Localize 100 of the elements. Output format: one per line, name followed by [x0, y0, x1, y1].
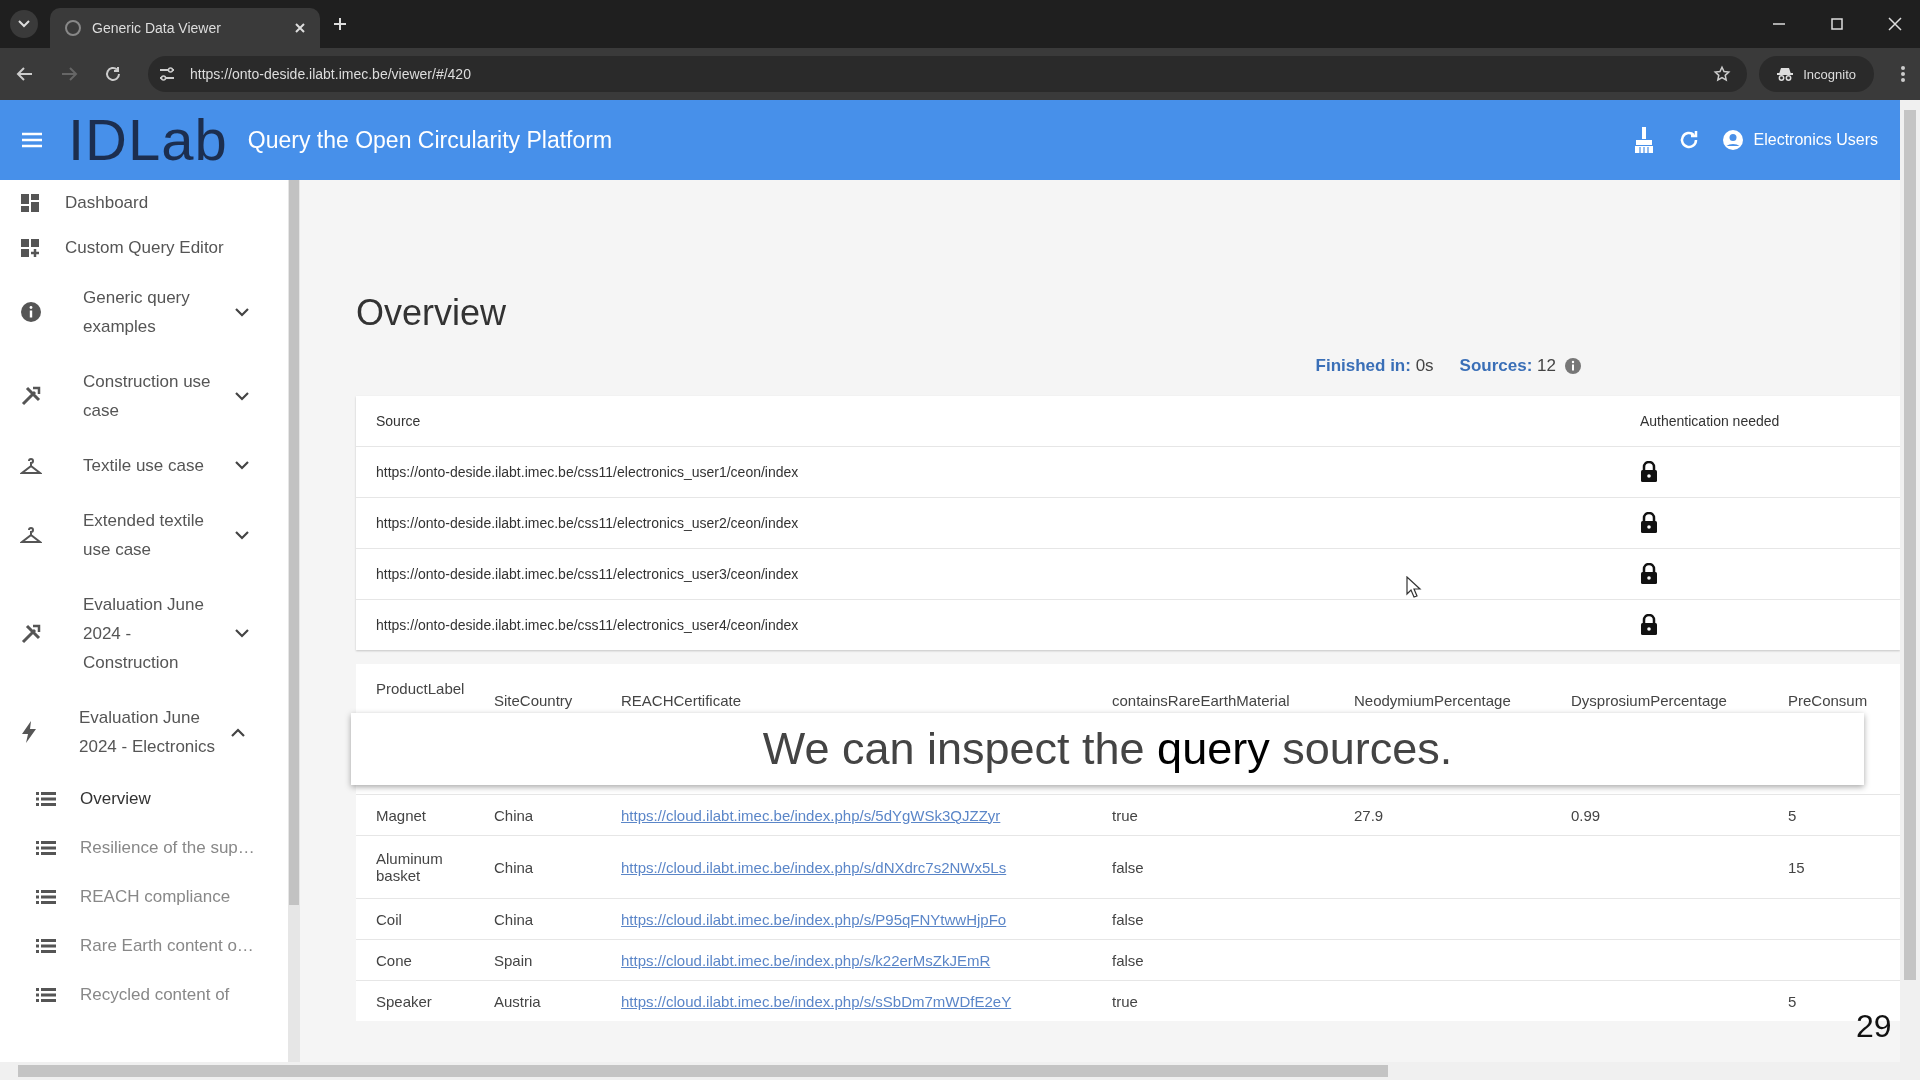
- sidebar-item[interactable]: Extended textile use case: [0, 493, 288, 577]
- table-cell-text: 15: [1788, 858, 1806, 876]
- sidebar-item[interactable]: Evaluation June 2024 - Construction: [0, 577, 288, 690]
- certificate-link[interactable]: https://cloud.ilabt.imec.be/index.php/s/sSbDm7mWDfE2eY: [621, 992, 1012, 1010]
- table-cell-text: Coil: [375, 910, 403, 928]
- table-cell-text: true: [1112, 992, 1139, 1010]
- star-icon[interactable]: [1713, 65, 1732, 83]
- scrollbar-thumb[interactable]: [1904, 110, 1916, 980]
- table-cell-text: 5: [1788, 992, 1798, 1010]
- table-cell-text: Speaker: [375, 992, 433, 1010]
- sidebar-subitem[interactable]: Rare Earth content o…: [0, 921, 288, 970]
- caption: We can inspect the query sources.: [762, 723, 1453, 775]
- incognito-badge[interactable]: Incognito: [1759, 56, 1874, 92]
- more-icon[interactable]: [1900, 64, 1906, 84]
- sidebar-subitem[interactable]: Overview: [0, 774, 288, 823]
- scrollbar-thumb[interactable]: [18, 1065, 1388, 1077]
- site-settings-icon[interactable]: [158, 65, 176, 83]
- column-header: ProductLabel: [375, 680, 466, 697]
- new-tab-icon[interactable]: [332, 16, 348, 32]
- sidebar-item[interactable]: Generic query examples: [0, 270, 288, 354]
- table-cell-text: https://onto-deside.ilabt.imec.be/css11/electronics_user4/ceon/index: [375, 617, 800, 633]
- list-icon: [36, 986, 56, 1003]
- sidebar-item[interactable]: Textile use case: [0, 438, 288, 493]
- hanger-icon: [20, 455, 42, 476]
- certificate-link[interactable]: https://cloud.ilabt.imec.be/index.php/s/5dYgWSk3QJZZyr: [621, 806, 1001, 824]
- hanger-icon: [20, 525, 42, 545]
- table-cell-text: false: [1112, 951, 1145, 969]
- column-header: containsRareEarthMaterial: [1112, 692, 1291, 709]
- sidebar-subitem[interactable]: Recycled content of: [0, 970, 288, 1019]
- table-cell-text: China: [494, 910, 535, 928]
- list-icon: [36, 790, 56, 807]
- table-cell-text: China: [494, 858, 535, 876]
- column-header: Authentication needed: [1640, 413, 1780, 429]
- dashboard-icon: [20, 192, 40, 213]
- chevron-down-icon: [235, 629, 249, 638]
- table-cell-text: 27.9: [1354, 806, 1385, 824]
- table-cell-text: Aluminum basket: [375, 850, 444, 884]
- table-cell-text: Austria: [494, 992, 542, 1010]
- chevron-up-icon: [231, 727, 245, 737]
- table-cell-text: true: [1112, 806, 1139, 824]
- table-cell-text: Cone: [375, 951, 413, 969]
- globe-icon: [64, 19, 82, 37]
- tab-search-button[interactable]: [10, 10, 38, 38]
- table-cell-text: https://onto-deside.ilabt.imec.be/css11/electronics_user2/ceon/index: [375, 515, 800, 531]
- sidebar-item[interactable]: Construction use case: [0, 354, 288, 438]
- certificate-link[interactable]: https://cloud.ilabt.imec.be/index.php/s/dNXdrc7s2NWx5Ls: [621, 858, 1007, 876]
- browser-tab[interactable]: Generic Data Viewer: [50, 8, 320, 48]
- maximize-icon[interactable]: [1830, 17, 1844, 31]
- chevron-down-icon: [235, 530, 249, 540]
- table-cell-text: 0.99: [1571, 806, 1602, 824]
- reload-icon[interactable]: [104, 65, 122, 83]
- tools-icon: [20, 385, 42, 407]
- sources-count: Sources: 12: [1459, 356, 1556, 376]
- table-cell-text: Magnet: [375, 806, 428, 824]
- column-header: PreConsum: [1788, 692, 1869, 709]
- slide-number: 29: [1856, 1008, 1892, 1045]
- mouse-cursor-icon: [1406, 576, 1422, 598]
- table-cell-text: China: [494, 806, 535, 824]
- column-header: REACHCertificate: [621, 692, 743, 709]
- table-cell-text: https://onto-deside.ilabt.imec.be/css11/electronics_user1/ceon/index: [375, 464, 800, 480]
- finished-time: Finished in: 0s: [1315, 356, 1434, 376]
- column-header: NeodymiumPercentage: [1354, 692, 1512, 709]
- close-icon[interactable]: [1888, 17, 1902, 31]
- incognito-icon: [1777, 67, 1794, 81]
- chevron-down-icon: [18, 20, 30, 28]
- sidebar-item[interactable]: Dashboard: [0, 180, 288, 225]
- bolt-icon: [20, 720, 38, 744]
- chevron-down-icon: [235, 307, 249, 317]
- app-title: Query the Open Circularity Platform: [247, 126, 613, 154]
- table-cell-text: Spain: [494, 951, 534, 969]
- page-title: Overview: [356, 292, 508, 334]
- logo: IDLab: [68, 111, 228, 169]
- back-icon[interactable]: [16, 65, 34, 83]
- column-header: SiteCountry: [494, 692, 574, 709]
- menu-icon[interactable]: [20, 131, 44, 149]
- column-header: DysprosiumPercentage: [1571, 692, 1728, 709]
- close-icon[interactable]: [294, 22, 306, 34]
- account-icon: [1721, 129, 1744, 151]
- sidebar-item[interactable]: Evaluation June 2024 - Electronics: [0, 690, 288, 774]
- scrollbar-thumb[interactable]: [289, 180, 299, 905]
- chevron-down-icon: [235, 461, 249, 470]
- list-icon: [36, 937, 56, 954]
- table-cell-text: 5: [1788, 806, 1798, 824]
- sidebar-subitem[interactable]: Resilience of the sup…: [0, 823, 288, 872]
- column-header: Source: [375, 413, 422, 429]
- table-cell-text: https://onto-deside.ilabt.imec.be/css11/electronics_user3/ceon/index: [375, 566, 800, 582]
- tools-icon: [20, 622, 42, 645]
- certificate-link[interactable]: https://cloud.ilabt.imec.be/index.php/s/k22erMsZkJEmR: [621, 951, 991, 969]
- grid-plus-icon: [20, 237, 40, 258]
- list-icon: [36, 839, 56, 856]
- table-cell-text: false: [1112, 858, 1145, 876]
- address-field[interactable]: https://onto-deside.ilabt.imec.be/viewer/#/420: [148, 56, 1748, 92]
- info-icon[interactable]: [1564, 357, 1582, 375]
- table-cell-text: false: [1112, 910, 1145, 928]
- certificate-link[interactable]: https://cloud.ilabt.imec.be/index.php/s/P95qFNYtwwHjpFo: [621, 910, 1007, 928]
- chevron-down-icon: [235, 391, 249, 401]
- sidebar-subitem[interactable]: REACH compliance: [0, 872, 288, 921]
- sidebar-item[interactable]: Custom Query Editor: [0, 225, 288, 270]
- list-icon: [36, 888, 56, 905]
- info-icon: [20, 301, 42, 323]
